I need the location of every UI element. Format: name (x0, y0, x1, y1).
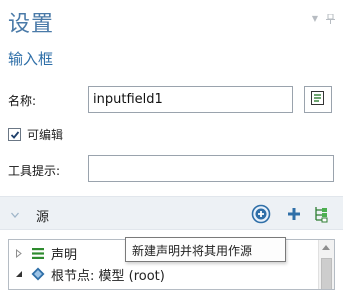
add-source-circle-icon[interactable] (250, 203, 272, 225)
tree-branch-icon[interactable] (310, 203, 332, 225)
scroll-up-icon[interactable] (322, 245, 330, 250)
expand-arrow-icon[interactable] (9, 248, 29, 258)
hover-tooltip: 新建声明并将其用作源 (125, 237, 286, 262)
tooltip-label: 工具提示: (8, 164, 61, 178)
checkmark-icon (10, 130, 19, 139)
scroll-thumb[interactable] (321, 258, 332, 289)
tree-item-label: 声明 (51, 247, 78, 263)
tooltip-field[interactable] (88, 155, 334, 182)
declaration-list-icon (29, 247, 47, 259)
panel-subtitle: 输入框 (8, 50, 54, 68)
collapse-arrow-icon[interactable] (9, 270, 29, 278)
root-model-icon (29, 267, 47, 281)
window-controls: ▼ (312, 13, 335, 26)
source-section-title: 源 (36, 210, 50, 225)
tree-item-root[interactable]: 根节点: 模型 (root) (9, 264, 165, 284)
chevron-down-icon[interactable] (10, 210, 20, 220)
tree-item-declarations[interactable]: 声明 (9, 243, 77, 263)
dropdown-arrow-icon[interactable]: ▼ (312, 14, 318, 26)
tree-item-label: 根节点: 模型 (root) (51, 268, 165, 284)
add-plus-icon[interactable] (283, 203, 305, 225)
pin-icon[interactable] (326, 13, 335, 26)
tree-scrollbar[interactable] (318, 240, 334, 289)
editable-label: 可编辑 (27, 128, 64, 142)
editable-checkbox[interactable] (8, 128, 21, 141)
source-section-header[interactable]: 源 (0, 196, 343, 230)
generate-name-button[interactable] (304, 86, 332, 113)
form-edit-icon (310, 90, 326, 110)
name-label: 名称: (8, 94, 37, 108)
name-field[interactable]: inputfield1 (88, 86, 293, 113)
panel-title: 设置 (8, 12, 55, 37)
